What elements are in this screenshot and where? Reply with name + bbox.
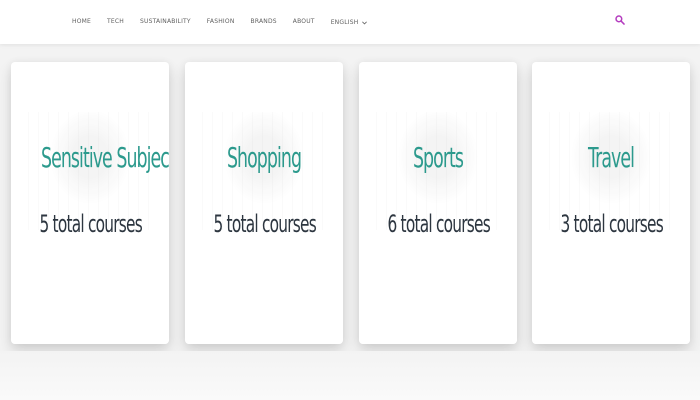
page-background-fade [0,351,700,400]
card-content: Shopping 5 total courses [185,62,343,344]
nav-tech-link[interactable]: TECH [107,17,124,27]
top-navigation-bar: HOME TECH SUSTAINABILITY FASHION BRANDS … [0,0,700,44]
language-selector[interactable]: ENGLISH [331,19,369,26]
nav-fashion-link[interactable]: FASHION [207,17,235,27]
course-count: 3 total courses [560,210,663,238]
card-content: Sensitive Subjects 5 total courses [11,62,169,344]
card-content: Travel 3 total courses [532,62,690,344]
card-content: Sports 6 total courses [359,62,517,344]
chevron-down-icon [362,21,368,24]
course-category-card-sensitive-subjects[interactable]: Sensitive Subjects 5 total courses [11,62,169,344]
card-title: Travel [587,141,635,174]
course-category-card-travel[interactable]: Travel 3 total courses [532,62,690,344]
course-count: 5 total courses [213,210,316,238]
search-icon[interactable] [614,14,626,26]
main-navigation: HOME TECH SUSTAINABILITY FASHION BRANDS … [72,17,368,27]
course-category-grid: Sensitive Subjects 5 total courses Shopp… [0,0,700,400]
card-title: Sports [412,141,464,174]
card-title: Sensitive Subjects [41,141,169,174]
nav-sustainability-link[interactable]: SUSTAINABILITY [140,17,191,27]
course-category-card-sports[interactable]: Sports 6 total courses [359,62,517,344]
course-category-card-shopping[interactable]: Shopping 5 total courses [185,62,343,344]
nav-brands-link[interactable]: BRANDS [251,17,277,27]
nav-home-link[interactable]: HOME [72,17,91,27]
nav-about-link[interactable]: ABOUT [293,17,315,27]
course-count: 6 total courses [387,210,490,238]
card-title: Shopping [226,141,302,174]
language-label: ENGLISH [330,18,359,26]
course-count: 5 total courses [39,210,142,238]
